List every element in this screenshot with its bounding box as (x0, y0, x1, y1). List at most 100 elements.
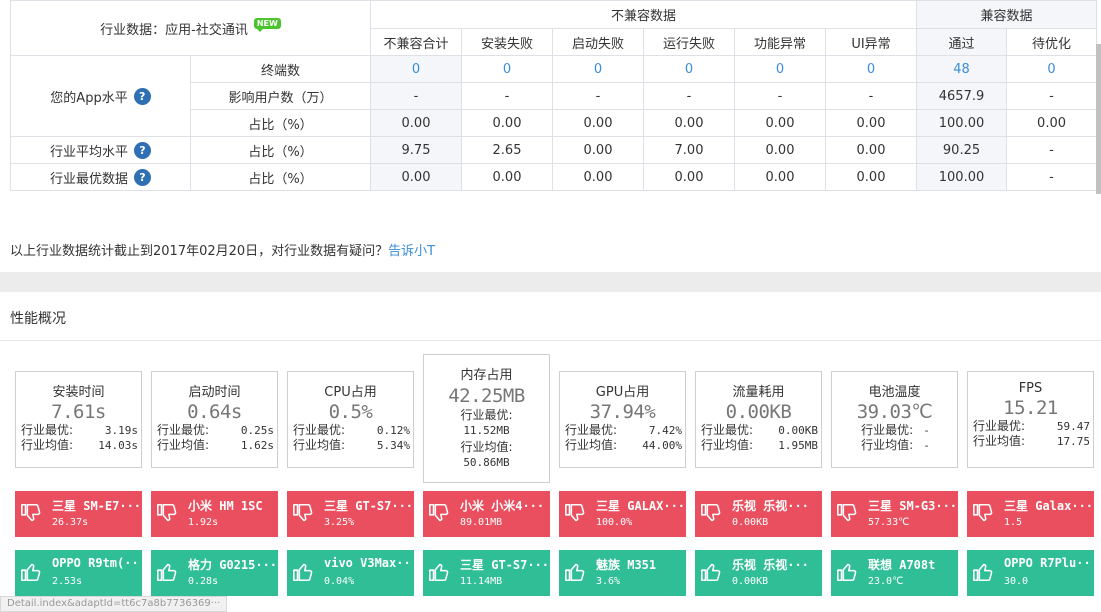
thumbs-down-icon (429, 503, 449, 522)
section-divider (0, 272, 1101, 292)
metric-card-launch-time[interactable]: 启动时间 0.64s 行业最优: 0.25s 行业均值: 1.62s (151, 371, 278, 468)
table-cell: 100.00 (916, 163, 1008, 191)
table-cell[interactable]: 0 (461, 55, 553, 83)
table-cell[interactable]: 0 (552, 55, 644, 83)
metric-card-install-time[interactable]: 安装时间 7.61s 行业最优: 3.19s 行业均值: 14.03s (15, 371, 142, 468)
table-cell[interactable]: 0 (1006, 55, 1098, 83)
metric-value: 0.64s (187, 401, 242, 423)
data-note: 以上行业数据统计截止到2017年02月20日，对行业数据有疑问？告诉小T (10, 240, 435, 259)
best-label: 行业最优: (21, 423, 74, 437)
avg-label: 行业均值: (21, 438, 74, 452)
worst-device-tile[interactable]: 乐视 乐视··· 0.00KB (695, 491, 822, 537)
metric-card-memory[interactable]: 内存占用 42.25MB 行业最优: 11.52MB 行业均值: 50.86MB (423, 354, 550, 483)
device-value: 0.28s (188, 576, 219, 587)
metric-card-fps[interactable]: FPS 15.21 行业最优: 59.47 行业均值: 17.75 (967, 371, 1094, 468)
worst-device-tile[interactable]: 三星 SM-E7··· 26.37s (15, 491, 142, 537)
device-name: 小米 HM 1SC (188, 499, 263, 513)
table-cell[interactable]: 0 (824, 55, 918, 83)
industry-avg-cell: 行业平均水平? (10, 136, 191, 164)
thumbs-up-icon (701, 563, 721, 582)
thumbs-up-icon (565, 563, 585, 582)
device-value: 100.0% (596, 517, 633, 528)
device-name: 三星 GT-S7··· (460, 558, 548, 572)
avg-value: 5.34% (376, 439, 410, 452)
best-label: 行业最优: (973, 419, 1026, 433)
row-label: 影响用户数（万） (190, 82, 371, 110)
best-device-tile[interactable]: OPPO R7Plu··· 30.0 (967, 550, 1094, 596)
device-name: OPPO R7Plu··· (1004, 556, 1092, 570)
thumbs-up-icon (21, 563, 41, 582)
table-cell: 0.00 (734, 163, 826, 191)
industry-title: 行业数据：应用-社交通讯 (100, 22, 248, 38)
table-cell: 0.00 (552, 136, 644, 164)
device-value: 23.0℃ (868, 576, 904, 587)
worst-device-tile[interactable]: 小米 HM 1SC 1.92s (151, 491, 278, 537)
best-device-tile[interactable]: vivo V3Max··· 0.04% (287, 550, 414, 596)
metric-card-battery-temp[interactable]: 电池温度 39.03℃ 行业最优: - 行业均值: - (831, 371, 958, 468)
table-cell: 90.25 (916, 136, 1008, 164)
worst-device-tile[interactable]: 三星 GALAX··· 100.0% (559, 491, 686, 537)
thumbs-down-icon (701, 503, 721, 522)
table-cell: 0.00 (824, 109, 918, 137)
metric-value: 0.00KB (725, 401, 792, 423)
table-cell: 0.00 (734, 109, 826, 137)
table-cell[interactable]: 0 (734, 55, 826, 83)
metric-value: 37.94% (589, 401, 656, 423)
table-cell[interactable]: 0 (643, 55, 735, 83)
avg-value: 50.86MB (463, 456, 510, 469)
worst-device-tile[interactable]: 三星 GT-S7··· 3.25% (287, 491, 414, 537)
best-value: 59.47 (1056, 420, 1090, 433)
best-device-tile[interactable]: OPPO R9tm(··· 2.53s (15, 550, 142, 596)
metric-card-cpu[interactable]: CPU占用 0.5% 行业最优: 0.12% 行业均值: 5.34% (287, 371, 414, 468)
feedback-link[interactable]: 告诉小T (388, 244, 435, 259)
metric-name: 电池温度 (868, 385, 921, 400)
best-value: - (923, 424, 930, 437)
avg-label: 行业均值: (565, 438, 618, 452)
avg-value: 1.95MB (778, 439, 818, 452)
best-value: 0.25s (240, 424, 274, 437)
col-header: 不兼容合计 (370, 28, 462, 56)
best-device-tile[interactable]: 魅族 M351 3.6% (559, 550, 686, 596)
table-cell: 0.00 (552, 163, 644, 191)
avg-value: - (923, 439, 930, 452)
metric-card-traffic[interactable]: 流量耗用 0.00KB 行业最优: 0.00KB 行业均值: 1.95MB (695, 371, 822, 468)
table-cell: - (824, 82, 918, 110)
your-level-label: 您的App水平 (50, 90, 128, 106)
device-value: 11.14MB (460, 576, 503, 587)
avg-label: 行业均值: (701, 438, 754, 452)
worst-device-tile[interactable]: 三星 Galax··· 1.5 (967, 491, 1094, 537)
help-icon[interactable]: ? (134, 168, 151, 186)
table-cell: - (734, 82, 826, 110)
table-cell[interactable]: 48 (916, 55, 1008, 83)
device-name: 三星 GT-S7··· (324, 499, 412, 513)
avg-value: 14.03s (98, 439, 138, 452)
best-label: 行业最优: (460, 408, 513, 422)
best-value: 0.00KB (778, 424, 818, 437)
device-name: 三星 GALAX··· (596, 499, 684, 513)
best-device-tile[interactable]: 格力 G0215··· 0.28s (151, 550, 278, 596)
row-label: 终端数 (190, 55, 371, 83)
table-cell: - (461, 82, 553, 110)
table-cell: 0.00 (370, 163, 462, 191)
metric-card-gpu[interactable]: GPU占用 37.94% 行业最优: 7.42% 行业均值: 44.00% (559, 371, 686, 468)
best-device-tile[interactable]: 乐视 乐视··· 0.00KB (695, 550, 822, 596)
table-cell: - (1006, 163, 1098, 191)
new-badge: NEW (253, 17, 281, 32)
table-cell[interactable]: 0 (370, 55, 462, 83)
scrollbar-thumb[interactable] (1096, 44, 1101, 194)
best-value: 3.19s (104, 424, 138, 437)
table-cell: 2.65 (461, 136, 553, 164)
table-cell: 0.00 (370, 109, 462, 137)
device-name: vivo V3Max··· (324, 556, 412, 570)
worst-device-tile[interactable]: 三星 SM-G3··· 57.33℃ (831, 491, 958, 537)
row-label: 占比（%） (190, 136, 371, 164)
best-label: 行业最优: (701, 423, 754, 437)
worst-device-tile[interactable]: 小米 小米4··· 89.01MB (423, 491, 550, 537)
best-device-tile[interactable]: 三星 GT-S7··· 11.14MB (423, 550, 550, 596)
help-icon[interactable]: ? (134, 141, 151, 159)
device-name: 乐视 乐视··· (732, 499, 809, 513)
best-device-tile[interactable]: 联想 A708t 23.0℃ (831, 550, 958, 596)
device-name: 三星 Galax··· (1004, 499, 1092, 513)
table-cell: - (1006, 136, 1098, 164)
help-icon[interactable]: ? (133, 87, 151, 105)
